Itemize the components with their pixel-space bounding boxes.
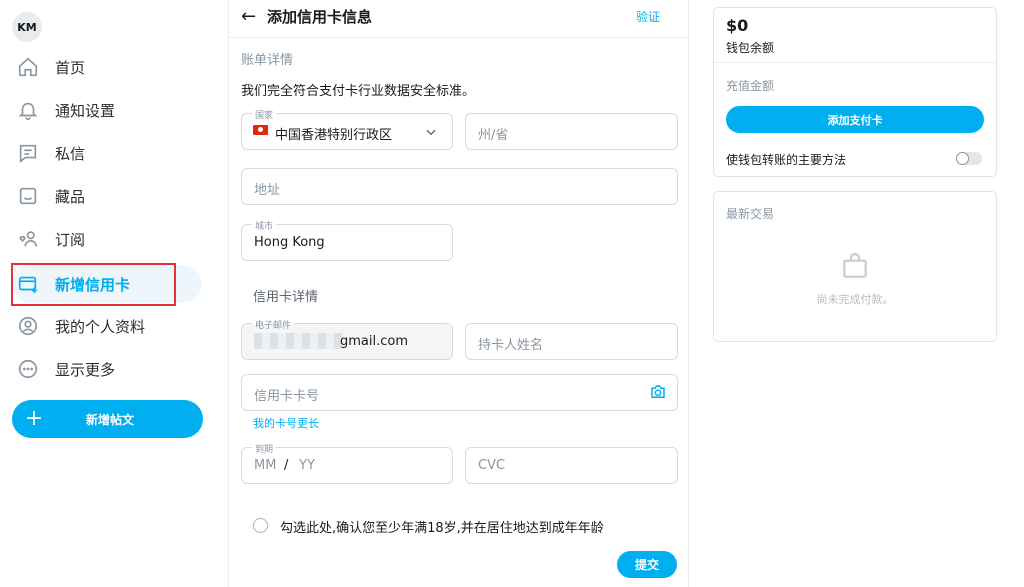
more-icon	[16, 357, 40, 381]
address-placeholder: 地址	[254, 183, 281, 198]
expiry-input[interactable]: 到期 MM / YY	[241, 442, 453, 484]
email-label: 电子邮件	[252, 318, 295, 331]
sidebar-item-label: 我的个人资料	[55, 317, 146, 336]
country-select[interactable]: 国家 中国香港特别行政区	[241, 108, 453, 150]
profile-icon	[16, 314, 40, 338]
transactions-empty-text: 尚未完成付款。	[816, 293, 894, 306]
city-input[interactable]: 城市 Hong Kong	[241, 219, 453, 261]
subscriptions-icon	[16, 227, 40, 251]
expiry-year-placeholder: YY	[299, 458, 315, 473]
page-title: 添加信用卡信息	[267, 8, 373, 26]
sidebar-item-messages[interactable]: 私信	[12, 134, 202, 172]
chevron-down-icon	[424, 124, 438, 143]
sidebar-item-collections[interactable]: 藏品	[12, 177, 202, 215]
wallet-balance-label: 钱包余额	[726, 41, 775, 55]
back-arrow-icon[interactable]: ←	[241, 6, 256, 27]
age-confirm-label: 勾选此处,确认您至少年满18岁,并在居住地达到成年年龄	[280, 521, 604, 536]
redacted-email	[254, 333, 342, 349]
primary-method-label: 使钱包转账的主要方法	[726, 153, 847, 167]
longer-card-number-link[interactable]: 我的卡号更长	[253, 415, 319, 431]
card-number-placeholder: 信用卡卡号	[254, 389, 320, 404]
highlight-box	[11, 263, 176, 306]
sidebar-item-label: 订阅	[55, 230, 86, 249]
page-header: ← 添加信用卡信息 验证	[229, 0, 690, 38]
card-number-input[interactable]: 信用卡卡号	[241, 374, 678, 411]
new-post-button[interactable]: + 新增帖文	[12, 400, 203, 438]
cardholder-placeholder: 持卡人姓名	[478, 338, 544, 353]
sidebar-item-label: 显示更多	[55, 360, 116, 379]
email-value: gmail.com	[340, 334, 409, 349]
expiry-month-placeholder: MM	[254, 458, 277, 473]
transactions-card: 最新交易 尚未完成付款。	[713, 191, 997, 342]
bell-icon	[16, 98, 40, 122]
sidebar-item-more[interactable]: 显示更多	[12, 350, 202, 388]
sidebar-item-label: 通知设置	[55, 101, 116, 120]
avatar[interactable]: KM	[12, 12, 42, 42]
sidebar-item-notifications[interactable]: 通知设置	[12, 91, 202, 129]
billing-section-title: 账单详情	[241, 53, 294, 68]
collection-icon	[16, 184, 40, 208]
state-input[interactable]: 州/省	[465, 113, 678, 150]
expiry-label: 到期	[252, 442, 277, 455]
wallet-balance: $0	[726, 16, 749, 35]
home-icon	[16, 55, 40, 79]
add-payment-card-button[interactable]: 添加支付卡	[726, 106, 984, 133]
age-confirm-radio[interactable]	[253, 518, 268, 533]
main-panel: ← 添加信用卡信息 验证 账单详情 我们完全符合支付卡行业数据安全标准。 国家 …	[228, 0, 690, 587]
divider	[714, 62, 996, 63]
state-placeholder: 州/省	[478, 128, 509, 143]
wallet-card: $0 钱包余额 充值金额 添加支付卡 使钱包转账的主要方法	[713, 7, 997, 177]
shopping-bag-icon	[839, 250, 871, 286]
camera-icon[interactable]	[649, 383, 667, 405]
sidebar-item-label: 私信	[55, 144, 86, 163]
app: KM 首页 通知设置 私信 藏品 订阅 新增信用卡 我的个人资料 显示更多 + …	[0, 0, 1024, 587]
security-notice: 我们完全符合支付卡行业数据安全标准。	[241, 84, 476, 99]
new-post-label: 新增帖文	[86, 412, 135, 427]
sidebar-item-subscriptions[interactable]: 订阅	[12, 220, 202, 258]
card-section-title: 信用卡详情	[253, 290, 319, 305]
message-icon	[16, 141, 40, 165]
cvc-input[interactable]: CVC	[465, 447, 678, 484]
city-value: Hong Kong	[254, 235, 325, 250]
sidebar-item-label: 首页	[55, 58, 86, 77]
city-label: 城市	[252, 219, 277, 232]
sidebar-item-home[interactable]: 首页	[12, 48, 202, 86]
email-field: 电子邮件 gmail.com	[241, 318, 453, 360]
cardholder-input[interactable]: 持卡人姓名	[465, 323, 678, 360]
sidebar-item-profile[interactable]: 我的个人资料	[12, 307, 202, 345]
topup-label: 充值金额	[726, 79, 775, 93]
transactions-title: 最新交易	[726, 207, 775, 221]
sidebar-item-label: 藏品	[55, 187, 86, 206]
country-label: 国家	[252, 108, 277, 121]
address-input[interactable]: 地址	[241, 168, 678, 205]
expiry-separator: /	[284, 458, 289, 473]
plus-icon: +	[24, 406, 44, 431]
cvc-placeholder: CVC	[478, 458, 506, 473]
sidebar: KM 首页 通知设置 私信 藏品 订阅 新增信用卡 我的个人资料 显示更多 + …	[0, 0, 228, 587]
primary-method-toggle[interactable]	[956, 152, 982, 165]
country-value: 中国香港特别行政区	[275, 128, 393, 143]
submit-button[interactable]: 提交	[617, 551, 677, 578]
verify-link[interactable]: 验证	[636, 8, 660, 25]
toggle-knob	[956, 152, 969, 165]
hong-kong-flag-icon	[253, 125, 268, 135]
